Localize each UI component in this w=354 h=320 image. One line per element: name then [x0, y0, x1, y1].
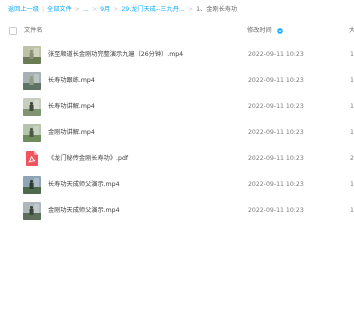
file-size: 1: [350, 207, 354, 214]
file-modified-time: 2022-09-11 10:23: [248, 129, 304, 136]
file-name[interactable]: 长寿功天成师父演示.mp4: [48, 172, 120, 198]
file-row[interactable]: 长寿功天成师父演示.mp4 2022-09-11 10:23 1: [0, 172, 354, 198]
file-name[interactable]: 金刚功讲解.mp4: [48, 120, 95, 146]
file-modified-time: 2022-09-11 10:23: [248, 181, 304, 188]
back-link[interactable]: 返回上一级: [8, 4, 39, 16]
file-list-header: 文件名 修改时间 大: [0, 22, 354, 40]
file-name[interactable]: 张至顺道长金刚功完整演示九遍（26分钟）.mp4: [48, 42, 183, 68]
select-all-checkbox[interactable]: [9, 27, 17, 35]
breadcrumb-separator: |: [41, 6, 45, 13]
breadcrumb-folder-course[interactable]: 29.龙门天成--三九丹...: [121, 4, 185, 16]
column-header-modified[interactable]: 修改时间: [247, 22, 272, 40]
file-row[interactable]: 张至顺道长金刚功完整演示九遍（26分钟）.mp4 2022-09-11 10:23…: [0, 42, 354, 68]
video-thumbnail: [23, 98, 41, 116]
breadcrumb-ellipsis[interactable]: ...: [83, 4, 89, 16]
video-thumbnail: [23, 124, 41, 142]
file-size: 1: [350, 129, 354, 136]
breadcrumb: 返回上一级 | 全部文件 >... >9月 >29.龙门天成--三九丹... >1、金刚长寿…: [8, 4, 237, 16]
file-modified-time: 2022-09-11 10:23: [248, 103, 304, 110]
breadcrumb-arrow: >: [91, 6, 98, 13]
video-thumbnail: [23, 202, 41, 220]
file-size: 1: [350, 103, 354, 110]
file-row[interactable]: 长寿功讲解.mp4 2022-09-11 10:23 1: [0, 94, 354, 120]
file-modified-time: 2022-09-11 10:23: [248, 155, 304, 162]
file-row[interactable]: 金刚功天成师父演示.mp4 2022-09-11 10:23 1: [0, 198, 354, 224]
file-modified-time: 2022-09-11 10:23: [248, 207, 304, 214]
file-size: 1: [350, 77, 354, 84]
video-thumbnail: [23, 72, 41, 90]
breadcrumb-current: 1、金刚长寿功: [196, 6, 238, 13]
breadcrumb-folder-month[interactable]: 9月: [100, 4, 110, 16]
video-thumbnail: [23, 46, 41, 64]
file-name[interactable]: 长寿功讲解.mp4: [48, 94, 95, 120]
file-size: 1: [350, 51, 354, 58]
sort-desc-icon[interactable]: [277, 28, 283, 34]
file-name[interactable]: 长寿功跟练.mp4: [48, 68, 95, 94]
file-row[interactable]: 长寿功跟练.mp4 2022-09-11 10:23 1: [0, 68, 354, 94]
breadcrumb-arrow: >: [187, 6, 194, 13]
file-name[interactable]: 金刚功天成师父演示.mp4: [48, 198, 120, 224]
column-header-filename[interactable]: 文件名: [24, 22, 43, 40]
column-header-size[interactable]: 大: [349, 22, 354, 40]
file-modified-time: 2022-09-11 10:23: [248, 51, 304, 58]
file-row[interactable]: 金刚功讲解.mp4 2022-09-11 10:23 1: [0, 120, 354, 146]
file-row[interactable]: 《龙门秘传金刚长寿功》.pdf 2022-09-11 10:23 2: [0, 146, 354, 172]
breadcrumb-arrow: >: [113, 6, 119, 13]
file-size: 2: [350, 155, 354, 162]
file-size: 1: [350, 181, 354, 188]
video-thumbnail: [23, 176, 41, 194]
file-modified-time: 2022-09-11 10:23: [248, 77, 304, 84]
file-name[interactable]: 《龙门秘传金刚长寿功》.pdf: [48, 146, 128, 172]
breadcrumb-arrow: >: [74, 6, 80, 13]
pdf-file-icon: [26, 151, 38, 166]
breadcrumb-root[interactable]: 全部文件: [47, 4, 72, 16]
